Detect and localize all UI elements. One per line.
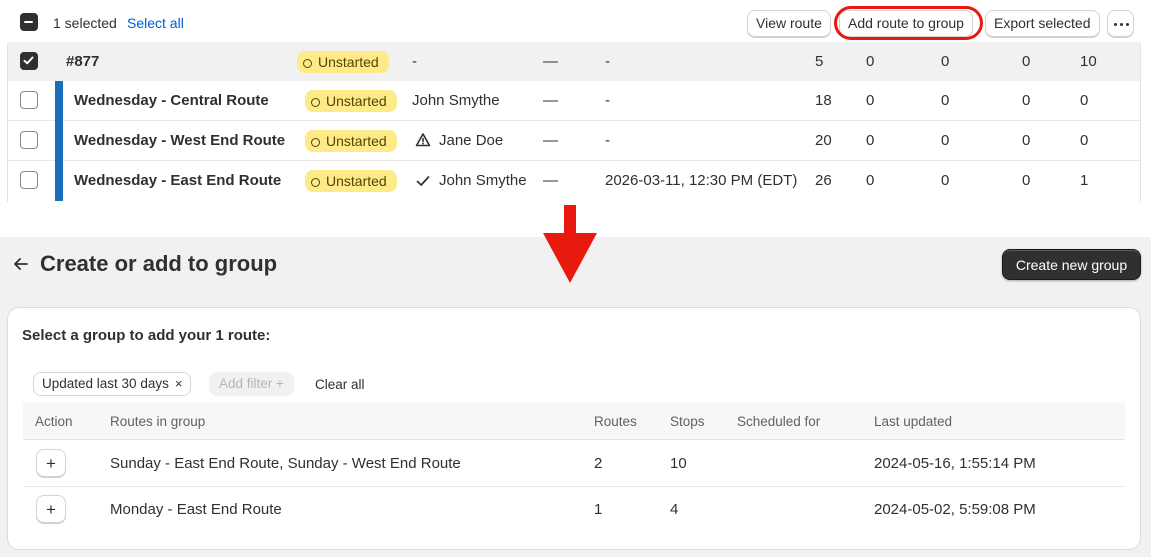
route-color-bar: [55, 81, 63, 121]
count-cell: 0: [941, 92, 950, 109]
table-row[interactable]: [8, 42, 1140, 82]
more-dot: [1114, 23, 1117, 26]
count-cell: 0: [1080, 132, 1089, 149]
route-name[interactable]: Wednesday - West End Route: [74, 132, 285, 149]
route-name[interactable]: #877: [66, 53, 99, 70]
dash-cell: —: [543, 92, 558, 109]
status-badge: Unstarted: [305, 130, 397, 152]
scheduled-cell: -: [605, 132, 610, 149]
column-header-action: Action: [35, 414, 73, 429]
route-name[interactable]: Wednesday - East End Route: [74, 172, 281, 189]
count-cell: 1: [1080, 172, 1089, 189]
warning-icon: [415, 133, 431, 147]
last-updated-cell: 2024-05-02, 5:59:08 PM: [874, 501, 1036, 518]
scheduled-cell: 2026-03-11, 12:30 PM (EDT): [605, 172, 798, 189]
selected-count: 1 selected: [53, 15, 117, 31]
more-dot: [1126, 23, 1129, 26]
last-updated-cell: 2024-05-16, 1:55:14 PM: [874, 455, 1036, 472]
column-header-routes: Routes: [594, 414, 637, 429]
count-cell: 10: [1080, 53, 1097, 70]
routes-in-group-cell: Monday - East End Route: [110, 501, 282, 518]
row-checkbox[interactable]: [20, 131, 38, 149]
down-arrow-icon: [543, 205, 597, 283]
count-cell: 0: [866, 92, 875, 109]
select-all-checkbox[interactable]: [20, 13, 38, 31]
row-checkbox[interactable]: [20, 52, 38, 70]
driver: John Smythe: [439, 172, 527, 189]
count-cell: 0: [1022, 172, 1031, 189]
count-cell: 0: [941, 53, 950, 70]
select-all-link[interactable]: Select all: [127, 15, 184, 31]
column-header-last-updated: Last updated: [874, 414, 953, 429]
status-badge: Unstarted: [297, 51, 389, 73]
add-filter-button: Add filter +: [209, 372, 294, 396]
dash-cell: —: [543, 172, 558, 189]
stops-cell: 5: [815, 53, 824, 70]
back-arrow-icon[interactable]: [12, 255, 30, 273]
route-color-bar: [55, 121, 63, 161]
row-checkbox[interactable]: [20, 171, 38, 189]
check-icon: [23, 56, 34, 65]
view-route-button[interactable]: View route: [747, 10, 831, 37]
status-label: Unstarted: [326, 173, 387, 189]
status-circle-icon: [311, 178, 320, 187]
checkmark-icon: [416, 176, 430, 186]
dash-cell: —: [543, 53, 558, 70]
count-cell: 0: [866, 172, 875, 189]
count-cell: 0: [866, 53, 875, 70]
export-selected-button[interactable]: Export selected: [985, 10, 1100, 37]
create-new-group-button[interactable]: Create new group: [1002, 249, 1141, 280]
highlight-ring: [834, 6, 983, 40]
count-cell: 0: [1022, 132, 1031, 149]
dash-cell: —: [543, 132, 558, 149]
route-color-bar: [55, 161, 63, 201]
status-badge: Unstarted: [305, 90, 397, 112]
add-to-group-button[interactable]: +: [36, 449, 66, 477]
driver: John Smythe: [412, 92, 500, 109]
close-icon[interactable]: ×: [175, 376, 183, 391]
more-actions-button[interactable]: [1107, 10, 1134, 37]
column-header-routes-in-group: Routes in group: [110, 414, 206, 429]
clear-all-button[interactable]: Clear all: [315, 377, 365, 392]
row-checkbox[interactable]: [20, 91, 38, 109]
stops-count-cell: 4: [670, 501, 679, 518]
status-circle-icon: [303, 59, 312, 68]
card-heading: Select a group to add your 1 route:: [22, 327, 271, 344]
filter-chip[interactable]: Updated last 30 days ×: [33, 372, 192, 396]
stops-cell: 26: [815, 172, 832, 189]
route-name[interactable]: Wednesday - Central Route: [74, 92, 269, 109]
driver: Jane Doe: [439, 132, 504, 149]
status-label: Unstarted: [318, 54, 379, 70]
status-badge: Unstarted: [305, 170, 397, 192]
count-cell: 0: [1022, 92, 1031, 109]
add-to-group-button[interactable]: +: [36, 495, 66, 523]
routes-count-cell: 2: [594, 455, 603, 472]
scheduled-cell: -: [605, 92, 610, 109]
more-dot: [1120, 23, 1123, 26]
filter-chip-label: Updated last 30 days: [42, 376, 169, 391]
page-title: Create or add to group: [40, 251, 278, 276]
routes-table-panel: 1 selected Select all View route Add rou…: [0, 0, 1151, 202]
stops-cell: 18: [815, 92, 832, 109]
driver: -: [412, 53, 417, 70]
count-cell: 0: [866, 132, 875, 149]
count-cell: 0: [941, 132, 950, 149]
column-header-stops: Stops: [670, 414, 705, 429]
status-label: Unstarted: [326, 93, 387, 109]
count-cell: 0: [1022, 53, 1031, 70]
stops-count-cell: 10: [670, 455, 687, 472]
status-circle-icon: [311, 138, 320, 147]
routes-in-group-cell: Sunday - East End Route, Sunday - West E…: [110, 455, 461, 472]
column-header-scheduled-for: Scheduled for: [737, 414, 821, 429]
count-cell: 0: [1080, 92, 1089, 109]
status-label: Unstarted: [326, 133, 387, 149]
count-cell: 0: [941, 172, 950, 189]
status-circle-icon: [311, 98, 320, 107]
stops-cell: 20: [815, 132, 832, 149]
scheduled-cell: -: [605, 53, 610, 70]
routes-count-cell: 1: [594, 501, 603, 518]
